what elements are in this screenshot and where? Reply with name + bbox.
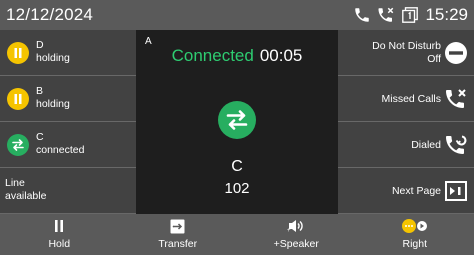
missed-call-icon bbox=[446, 89, 466, 108]
softkey-bar: Hold Transfer + +Speaker Right bbox=[0, 214, 474, 255]
status-icons: 15:29 bbox=[353, 5, 468, 25]
right-nav-icon bbox=[401, 219, 427, 233]
line-key-text: Dholding bbox=[36, 39, 70, 64]
missed-call-status-icon bbox=[376, 6, 396, 24]
line-key-b[interactable]: Bholding bbox=[0, 76, 136, 122]
line-key-d[interactable]: Dholding bbox=[0, 30, 136, 76]
active-call-icon bbox=[353, 6, 371, 24]
right-softkey[interactable]: Right bbox=[356, 214, 474, 255]
speaker-icon: + bbox=[287, 220, 303, 234]
line-key-available[interactable]: Line available bbox=[0, 168, 136, 214]
call-info-panel: A Connected 00:05 C 102 bbox=[136, 30, 338, 214]
hold-softkey[interactable]: Hold bbox=[0, 214, 119, 255]
line-keys-panel: Dholding Bholding Cconnected Line availab… bbox=[0, 30, 136, 214]
line-key-c[interactable]: Cconnected bbox=[0, 122, 136, 168]
dss-key-label: Do Not Disturb Off bbox=[372, 40, 441, 65]
dnd-key[interactable]: Do Not Disturb Off bbox=[338, 30, 474, 76]
transfer-arrows-icon bbox=[218, 101, 256, 139]
pause-icon bbox=[7, 42, 29, 64]
call-state: Connected bbox=[171, 46, 254, 65]
dss-key-label: Dialed bbox=[411, 138, 441, 151]
next-page-key[interactable]: Next Page bbox=[338, 168, 474, 214]
next-page-icon bbox=[445, 181, 467, 201]
right-label: Right bbox=[402, 238, 427, 250]
hold-icon bbox=[55, 220, 64, 232]
dss-key-label: Next Page bbox=[391, 184, 441, 197]
dnd-icon bbox=[445, 42, 467, 64]
hold-label: Hold bbox=[48, 238, 71, 250]
dialed-key[interactable]: Dialed bbox=[338, 122, 474, 168]
line-key-text: Cconnected bbox=[36, 131, 85, 156]
dss-key-label: Missed Calls bbox=[381, 92, 441, 105]
line-keys-page-icon bbox=[401, 6, 419, 24]
callee-name: C bbox=[231, 158, 243, 175]
speaker-softkey[interactable]: + +Speaker bbox=[237, 214, 356, 255]
line-key-text: Line available bbox=[5, 177, 47, 202]
dss-keys-panel: Do Not Disturb Off Missed Calls Dialed Ne… bbox=[338, 30, 474, 214]
missed-calls-key[interactable]: Missed Calls bbox=[338, 76, 474, 122]
status-bar: 12/12/2024 15:29 bbox=[0, 0, 474, 30]
transfer-arrows-icon bbox=[7, 134, 29, 156]
pause-icon bbox=[7, 88, 29, 110]
speaker-label: +Speaker bbox=[273, 238, 319, 250]
clock: 15:29 bbox=[425, 5, 468, 24]
transfer-label: Transfer bbox=[158, 238, 198, 250]
transfer-softkey[interactable]: Transfer bbox=[119, 214, 238, 255]
svg-text:+: + bbox=[287, 228, 291, 234]
callee-number: 102 bbox=[224, 180, 250, 197]
call-timer: 00:05 bbox=[259, 46, 303, 65]
call-status: Connected 00:05 bbox=[136, 46, 338, 66]
transfer-icon bbox=[170, 219, 185, 233]
date-display: 12/12/2024 bbox=[6, 5, 94, 24]
line-key-text: Bholding bbox=[36, 85, 70, 110]
dialed-call-icon bbox=[446, 135, 467, 154]
